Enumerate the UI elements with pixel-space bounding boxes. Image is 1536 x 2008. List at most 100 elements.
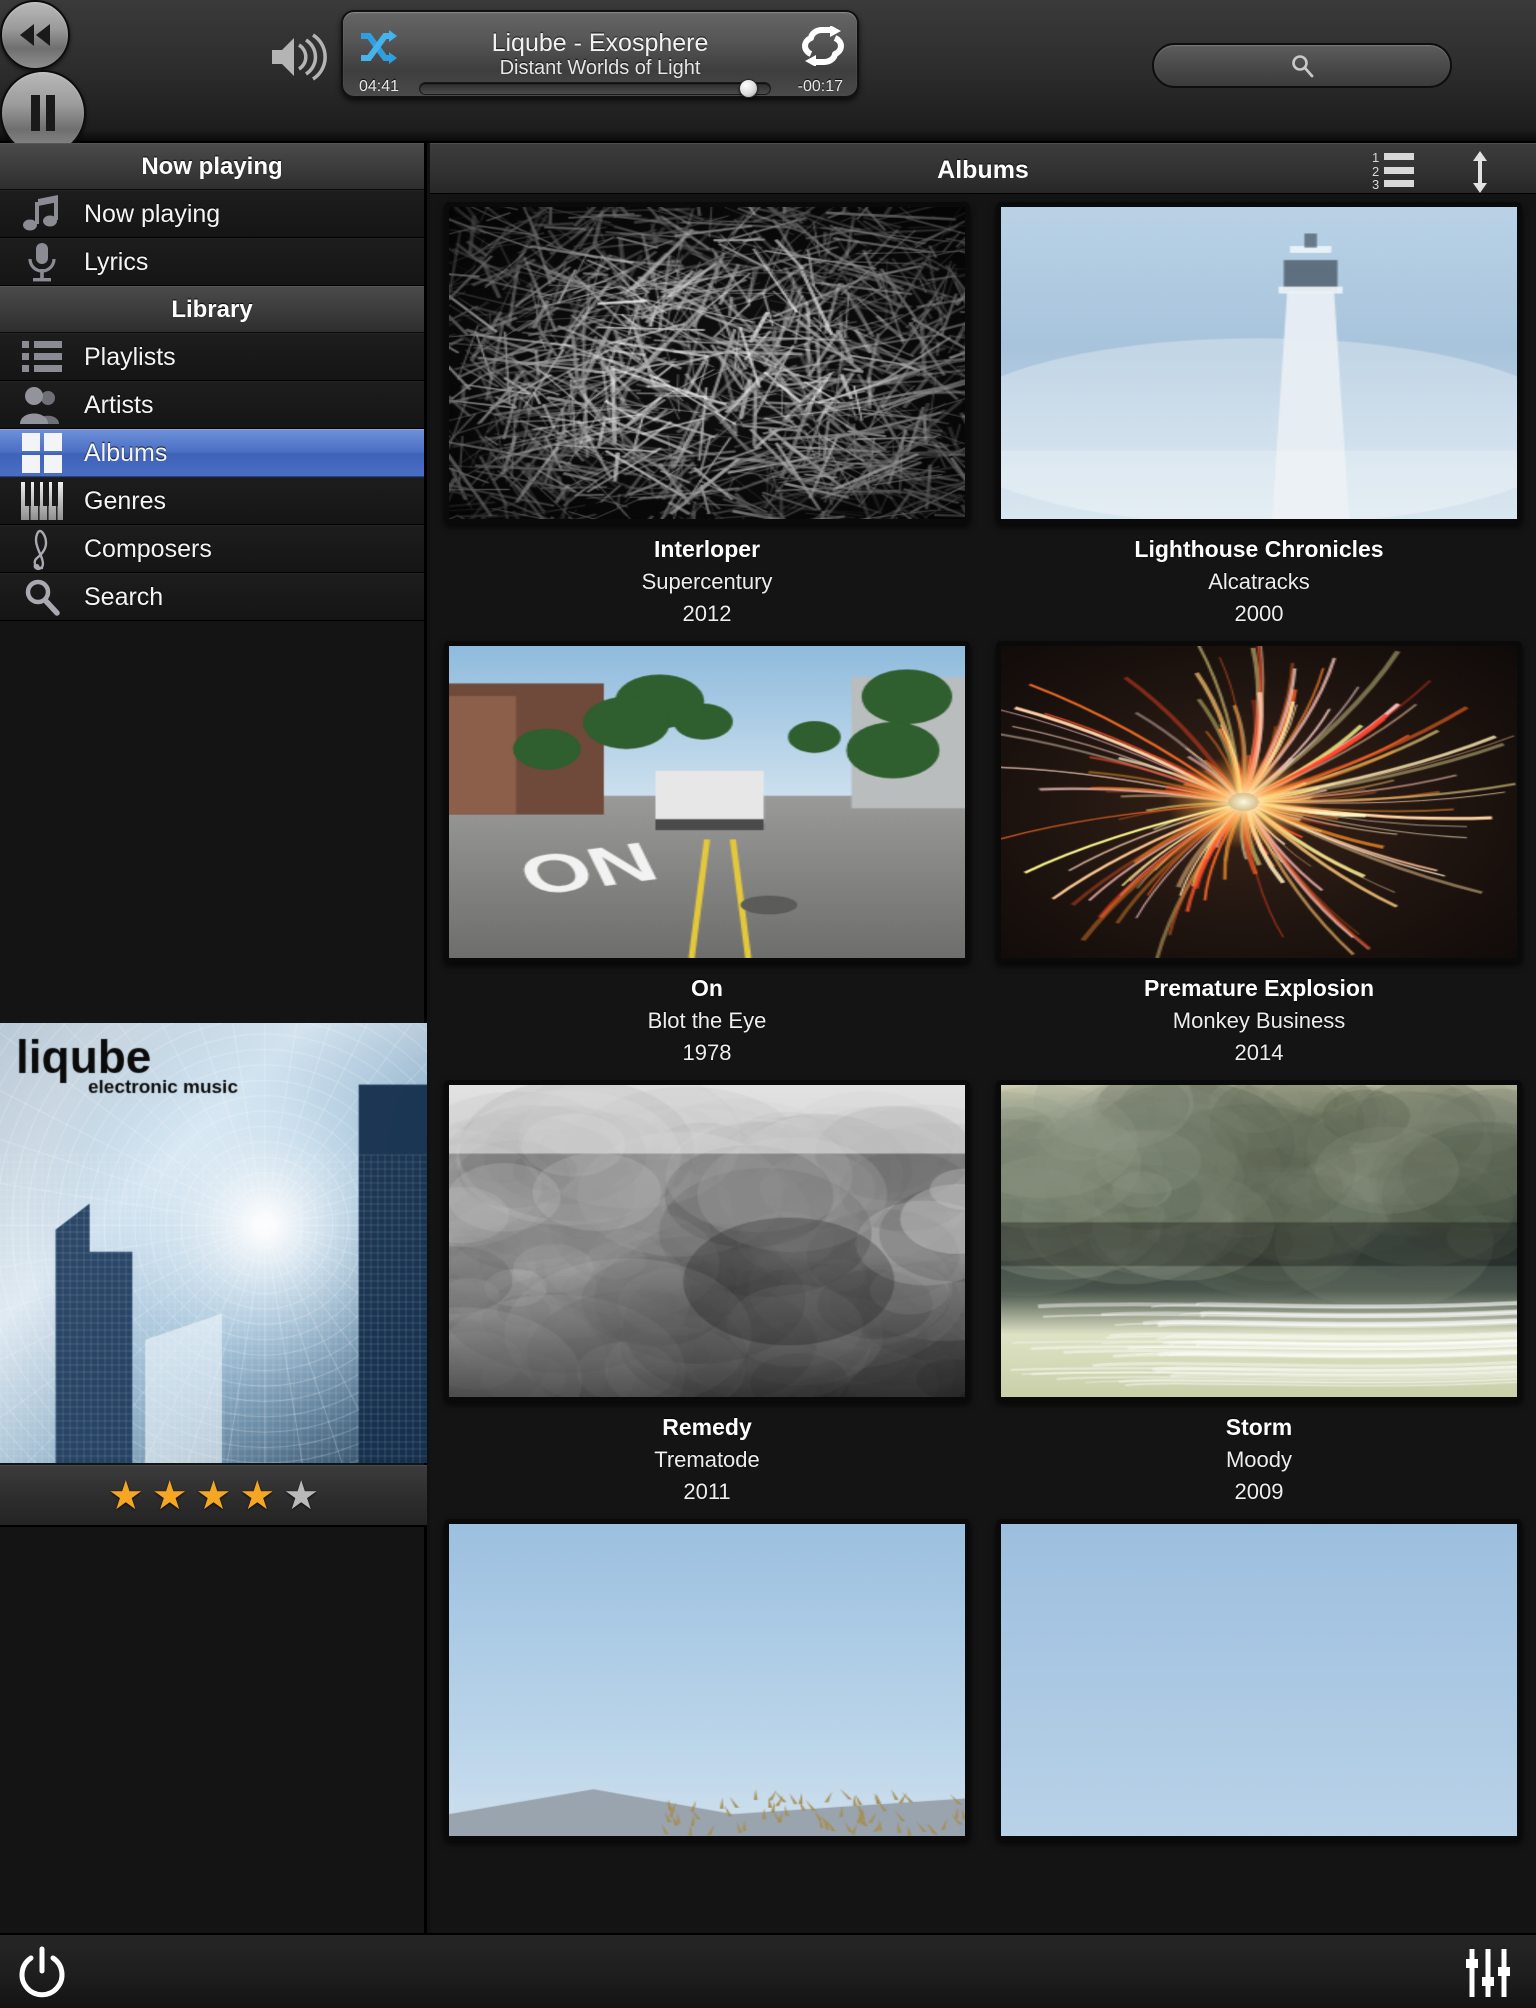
- seek-slider-knob[interactable]: [739, 79, 758, 98]
- music-player-window: Liqube - Exosphere Distant Worlds of Lig…: [0, 0, 1536, 2008]
- album-cell[interactable]: Premature Explosion Monkey Business 2014: [996, 641, 1522, 1080]
- sidebar-item-genres[interactable]: Genres: [0, 477, 424, 525]
- sidebar: Now playing Now playing Lyrics Library P…: [0, 143, 427, 1933]
- album-cover-image: [1001, 207, 1517, 519]
- album-cell[interactable]: Lighthouse Chronicles Alcatracks 2000: [996, 202, 1522, 641]
- sidebar-item-label: Now playing: [84, 199, 221, 228]
- sidebar-section-header-now-playing: Now playing: [0, 143, 424, 190]
- sidebar-item-label: Lyrics: [84, 247, 149, 276]
- album-cell[interactable]: [996, 1519, 1522, 1873]
- album-cover[interactable]: [444, 1519, 970, 1841]
- sort-direction-button[interactable]: [1460, 150, 1500, 194]
- sidebar-section-header-library: Library: [0, 286, 424, 333]
- sort-order-button[interactable]: 1 2 3: [1372, 150, 1428, 192]
- album-year: 2012: [682, 601, 732, 626]
- album-cell[interactable]: On Blot the Eye 1978: [444, 641, 970, 1080]
- album-artist: Supercentury: [641, 569, 773, 594]
- album-cover[interactable]: [996, 641, 1522, 963]
- now-playing-title: Liqube - Exosphere: [491, 29, 709, 57]
- seek-slider[interactable]: [419, 79, 771, 98]
- album-cover-image: [1001, 1524, 1517, 1836]
- album-title: Lighthouse Chronicles: [1134, 536, 1384, 562]
- albums-panel: Albums 1 2 3 Interloper Supercentury 201…: [430, 143, 1536, 1933]
- rating-stars[interactable]: ★ ★ ★ ★ ★: [0, 1465, 427, 1527]
- numeric-list-icon: 1 2 3: [1372, 150, 1414, 192]
- sidebar-item-label: Composers: [84, 534, 212, 563]
- rating-star[interactable]: ★: [283, 1476, 319, 1516]
- shuffle-button[interactable]: [357, 30, 397, 64]
- sidebar-item-search[interactable]: Search: [0, 573, 424, 621]
- list-icon: [0, 339, 84, 375]
- sidebar-item-label: Search: [84, 582, 164, 611]
- rating-star[interactable]: ★: [196, 1476, 232, 1516]
- rewind-icon: [20, 24, 50, 46]
- album-meta: Premature Explosion Monkey Business 2014: [996, 963, 1522, 1080]
- albums-grid: Interloper Supercentury 2012 Lighthouse Chr…: [430, 194, 1536, 1933]
- rating-star[interactable]: ★: [152, 1476, 188, 1516]
- sidebar-section-label: Library: [171, 295, 253, 323]
- sidebar-section-label: Now playing: [141, 152, 283, 180]
- album-year: 2000: [1234, 601, 1284, 626]
- pause-icon: [31, 95, 55, 131]
- album-cell[interactable]: Remedy Trematode 2011: [444, 1080, 970, 1519]
- album-cover[interactable]: [444, 1080, 970, 1402]
- repeat-button[interactable]: [801, 25, 845, 67]
- sidebar-item-now-playing[interactable]: Now playing: [0, 190, 424, 238]
- album-meta: On Blot the Eye 1978: [444, 963, 970, 1080]
- album-title: Premature Explosion: [1143, 975, 1375, 1001]
- transport-toolbar: Liqube - Exosphere Distant Worlds of Lig…: [0, 0, 1536, 226]
- power-button[interactable]: [14, 1945, 70, 2001]
- album-meta: [996, 1841, 1522, 1873]
- album-artist: Blot the Eye: [647, 1008, 767, 1033]
- album-cover-image: [449, 207, 965, 519]
- magnifier-icon: [0, 577, 84, 617]
- elapsed-time: 04:41: [359, 78, 400, 95]
- now-playing-subtitle: Distant Worlds of Light: [499, 57, 701, 79]
- album-meta: Interloper Supercentury 2012: [444, 524, 970, 641]
- album-title: Interloper: [653, 536, 761, 562]
- album-year: 2014: [1234, 1040, 1284, 1065]
- music-note-icon: [0, 194, 84, 234]
- sidebar-item-lyrics[interactable]: Lyrics: [0, 238, 424, 286]
- album-cover[interactable]: [996, 1080, 1522, 1402]
- sidebar-item-albums[interactable]: Albums: [0, 429, 424, 477]
- sidebar-item-label: Genres: [84, 486, 166, 515]
- rating-star[interactable]: ★: [108, 1476, 144, 1516]
- album-cell[interactable]: [444, 1519, 970, 1873]
- grid-squares-icon: [0, 432, 84, 474]
- album-cover-image: [1001, 646, 1517, 958]
- now-playing-panel[interactable]: Liqube - Exosphere Distant Worlds of Lig…: [341, 10, 859, 98]
- microphone-icon: [0, 241, 84, 283]
- current-album-art[interactable]: [0, 1023, 427, 1463]
- equalizer-icon: [1466, 1949, 1510, 1997]
- rating-star[interactable]: ★: [239, 1476, 275, 1516]
- volume-button[interactable]: [268, 32, 328, 82]
- sidebar-item-composers[interactable]: Composers: [0, 525, 424, 573]
- albums-header: Albums 1 2 3: [430, 143, 1536, 194]
- album-artist: Monkey Business: [1172, 1008, 1346, 1033]
- svg-text:1: 1: [1372, 150, 1379, 165]
- album-year: 2009: [1234, 1479, 1284, 1504]
- equalizer-button[interactable]: [1460, 1945, 1516, 2001]
- album-artist: Alcatracks: [1208, 569, 1310, 594]
- album-cover[interactable]: [996, 202, 1522, 524]
- album-cover[interactable]: [996, 1519, 1522, 1841]
- album-year: 2011: [683, 1479, 731, 1504]
- previous-track-button[interactable]: [0, 0, 70, 70]
- album-cover-image: [1001, 1085, 1517, 1397]
- sidebar-item-label: Albums: [84, 438, 168, 467]
- sidebar-item-artists[interactable]: Artists: [0, 381, 424, 429]
- album-meta: Remedy Trematode 2011: [444, 1402, 970, 1519]
- album-cell[interactable]: Storm Moody 2009: [996, 1080, 1522, 1519]
- sidebar-item-playlists[interactable]: Playlists: [0, 333, 424, 381]
- search-input[interactable]: [1152, 43, 1452, 88]
- album-cover[interactable]: [444, 202, 970, 524]
- treble-clef-icon: [0, 527, 84, 571]
- power-icon: [19, 1946, 65, 1998]
- album-cover-image: [449, 1085, 965, 1397]
- album-title: Storm: [1225, 1414, 1293, 1440]
- album-cover[interactable]: [444, 641, 970, 963]
- album-cell[interactable]: Interloper Supercentury 2012: [444, 202, 970, 641]
- album-meta: [444, 1841, 970, 1873]
- svg-text:3: 3: [1372, 177, 1379, 190]
